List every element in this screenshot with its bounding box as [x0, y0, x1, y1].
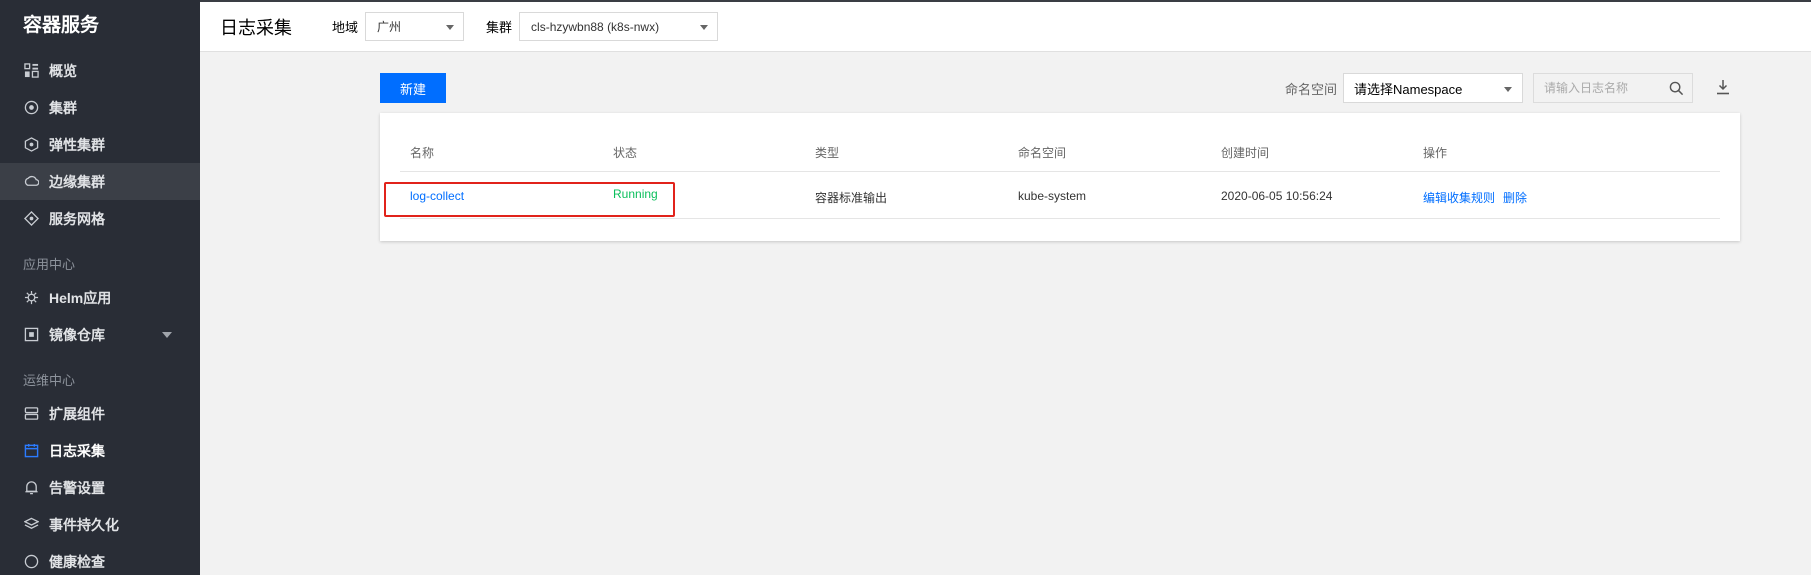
- column-header: 创建时间: [1221, 146, 1270, 160]
- log-icon: [23, 443, 39, 459]
- sidebar-item-log-collect[interactable]: 日志采集: [0, 432, 200, 469]
- edge-cluster-icon: [23, 174, 39, 190]
- column-header: 状态: [613, 146, 638, 160]
- health-icon: [23, 554, 39, 570]
- sidebar-item-service-mesh[interactable]: 服务网格: [0, 200, 200, 237]
- sidebar-item-label: 镜像仓库: [49, 326, 105, 343]
- cluster-label: 集群: [486, 20, 513, 35]
- sidebar-item-helm[interactable]: Helm应用: [0, 279, 200, 316]
- created-time-cell: 2020-06-05 10:56:24: [1221, 189, 1333, 203]
- sidebar-item-overview[interactable]: 概览: [0, 52, 200, 89]
- grid-icon: [23, 63, 39, 79]
- top-header: 日志采集 地域 广州 集群 cls-hzywbn88 (k8s-nwx): [200, 0, 1811, 52]
- cluster-value: cls-hzywbn88 (k8s-nwx): [531, 19, 660, 34]
- page-title: 日志采集: [220, 17, 292, 38]
- column-header: 操作: [1423, 146, 1448, 160]
- sidebar-item-label: 健康检查: [49, 553, 105, 570]
- cluster-icon: [23, 100, 39, 116]
- search-box: [1533, 73, 1693, 103]
- region-label: 地域: [332, 20, 359, 35]
- addon-icon: [23, 406, 39, 422]
- layers-icon: [23, 517, 39, 533]
- search-icon[interactable]: [1669, 81, 1684, 96]
- search-input[interactable]: [1534, 81, 1664, 95]
- sidebar-item-label: 弹性集群: [49, 136, 105, 153]
- sidebar-item-label: 服务网格: [49, 210, 105, 227]
- sidebar-item-alarm[interactable]: 告警设置: [0, 469, 200, 506]
- namespace-cell: kube-system: [1018, 189, 1087, 203]
- sidebar-item-edge-cluster[interactable]: 边缘集群: [0, 163, 200, 200]
- sidebar-item-health-check[interactable]: 健康检查: [0, 543, 200, 575]
- nav-group-app-center: 应用中心: [23, 257, 76, 272]
- column-header: 类型: [815, 146, 840, 160]
- sidebar-item-addons[interactable]: 扩展组件: [0, 395, 200, 432]
- sidebar-item-label: 事件持久化: [49, 516, 119, 533]
- column-header: 命名空间: [1018, 146, 1067, 160]
- chevron-down-icon: [446, 25, 455, 30]
- namespace-label: 命名空间: [1285, 82, 1338, 97]
- elastic-cluster-icon: [23, 137, 39, 153]
- sidebar: 容器服务 概览 集群 弹性集群 边缘集群 服务网格 应用中心 Helm应用 镜像…: [0, 0, 200, 575]
- chevron-down-icon: [700, 25, 709, 30]
- helm-icon: [23, 290, 39, 306]
- sidebar-item-label: 告警设置: [49, 479, 105, 496]
- namespace-select[interactable]: 请选择Namespace: [1343, 73, 1523, 103]
- chevron-down-icon[interactable]: [162, 331, 172, 338]
- region-value: 广州: [377, 20, 402, 34]
- alarm-icon: [23, 480, 39, 496]
- sidebar-item-label: 日志采集: [49, 442, 105, 459]
- sidebar-item-event-persist[interactable]: 事件持久化: [0, 506, 200, 543]
- sidebar-item-label: 边缘集群: [49, 173, 105, 190]
- sidebar-item-label: 扩展组件: [49, 405, 105, 422]
- operations-cell: 编辑收集规则 删除: [1423, 189, 1527, 206]
- new-button[interactable]: 新建: [380, 73, 446, 103]
- image-repo-icon: [23, 327, 39, 343]
- column-header: 名称: [410, 146, 435, 160]
- sidebar-item-cluster[interactable]: 集群: [0, 89, 200, 126]
- table-header: 名称 状态 类型 命名空间 创建时间 操作: [400, 113, 1720, 172]
- sidebar-item-label: 集群: [49, 99, 77, 116]
- sidebar-item-label: Helm应用: [49, 289, 112, 306]
- type-cell: 容器标准输出: [815, 191, 888, 205]
- namespace-value: 请选择Namespace: [1354, 81, 1463, 97]
- mesh-icon: [23, 211, 39, 227]
- highlight-annotation: [384, 182, 675, 217]
- delete-link[interactable]: 删除: [1503, 191, 1527, 205]
- download-icon[interactable]: [1716, 79, 1730, 95]
- app-brand: 容器服务: [23, 15, 100, 36]
- nav-group-ops-center: 运维中心: [23, 373, 76, 388]
- region-select[interactable]: 广州: [365, 12, 465, 41]
- sidebar-item-image-repo[interactable]: 镜像仓库: [0, 316, 200, 353]
- cluster-select[interactable]: cls-hzywbn88 (k8s-nwx): [519, 12, 719, 41]
- sidebar-item-label: 概览: [49, 62, 77, 79]
- edit-rule-link[interactable]: 编辑收集规则: [1423, 191, 1495, 205]
- log-table-panel: 名称 状态 类型 命名空间 创建时间 操作 log-collect Runnin…: [380, 113, 1740, 241]
- sidebar-item-elastic-cluster[interactable]: 弹性集群: [0, 126, 200, 163]
- chevron-down-icon: [1504, 87, 1512, 92]
